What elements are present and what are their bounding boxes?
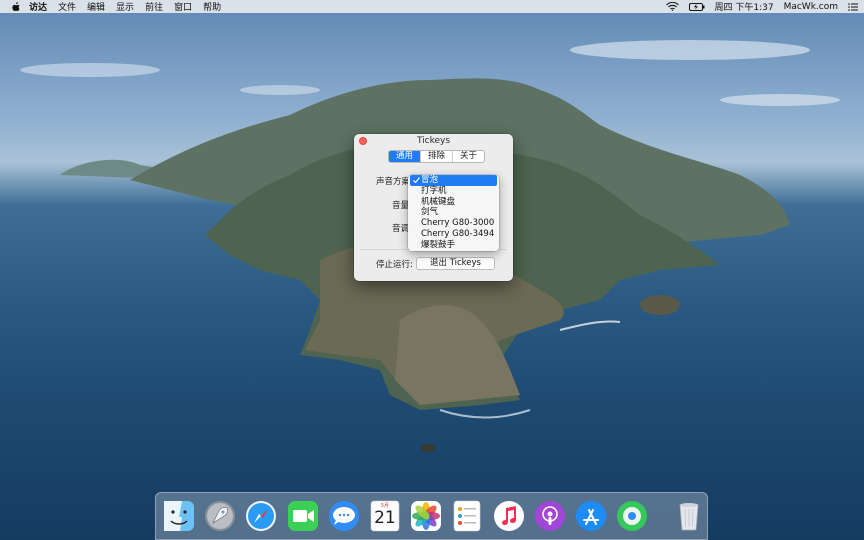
dropdown-option[interactable]: 冒泡 <box>410 175 497 186</box>
menu-finder[interactable]: 访达 <box>29 0 47 13</box>
dock: 5月 21 <box>155 492 708 540</box>
pitch-label: 音调 <box>392 224 410 234</box>
launchpad-icon[interactable] <box>203 499 237 533</box>
dropdown-option[interactable]: Cherry G80-3000 <box>408 218 499 229</box>
close-button[interactable] <box>359 137 367 145</box>
messages-icon[interactable] <box>327 499 361 533</box>
menu-go[interactable]: 前往 <box>145 0 163 13</box>
sound-scheme-dropdown[interactable]: 冒泡 打字机 机械键盘 剑气 Cherry G80-3000 Cherry G8… <box>408 175 499 251</box>
menu-view[interactable]: 显示 <box>116 0 134 13</box>
tab-exclude[interactable]: 排除 <box>420 151 452 162</box>
menu-window[interactable]: 窗口 <box>174 0 192 13</box>
dropdown-option[interactable]: 机械键盘 <box>408 197 499 208</box>
find-my-icon[interactable] <box>615 499 649 533</box>
menu-bar: 访达 文件 编辑 显示 前往 窗口 帮助 周四 下午1:37 MacWk.com <box>0 0 864 13</box>
dropdown-option[interactable]: 爆裂鼓手 <box>408 240 499 251</box>
finder-icon[interactable] <box>162 499 196 533</box>
battery-icon[interactable] <box>688 2 705 11</box>
music-icon[interactable] <box>492 499 526 533</box>
reminders-icon[interactable] <box>450 499 484 533</box>
wifi-icon[interactable] <box>665 2 679 11</box>
window-titlebar[interactable]: Tickeys <box>354 134 513 149</box>
stop-label: 停止运行: <box>376 260 413 270</box>
tab-about[interactable]: 关于 <box>452 151 484 162</box>
volume-label: 音量 <box>392 201 410 211</box>
apple-logo-icon[interactable] <box>11 1 21 12</box>
dropdown-option[interactable]: 打字机 <box>408 186 499 197</box>
menu-help[interactable]: 帮助 <box>203 0 221 13</box>
menu-file[interactable]: 文件 <box>58 0 76 13</box>
tab-bar: 通用 排除 关于 <box>388 150 486 163</box>
window-title: Tickeys <box>416 136 451 146</box>
dropdown-option[interactable]: 剑气 <box>408 207 499 218</box>
quit-tickeys-button[interactable]: 退出 Tickeys <box>416 257 495 270</box>
calendar-day: 21 <box>374 508 396 528</box>
calendar-icon[interactable]: 5月 21 <box>368 499 402 533</box>
photos-icon[interactable] <box>409 499 443 533</box>
tab-general[interactable]: 通用 <box>389 151 421 162</box>
dropdown-option[interactable]: Cherry G80-3494 <box>408 229 499 240</box>
podcasts-icon[interactable] <box>533 499 567 533</box>
list-menu-icon[interactable] <box>848 2 858 11</box>
safari-icon[interactable] <box>244 499 278 533</box>
menu-edit[interactable]: 编辑 <box>87 0 105 13</box>
trash-icon[interactable] <box>672 499 706 533</box>
clock[interactable]: 周四 下午1:37 <box>715 0 774 13</box>
app-store-icon[interactable] <box>574 499 608 533</box>
facetime-icon[interactable] <box>286 499 320 533</box>
site-label: MacWk.com <box>783 1 838 12</box>
